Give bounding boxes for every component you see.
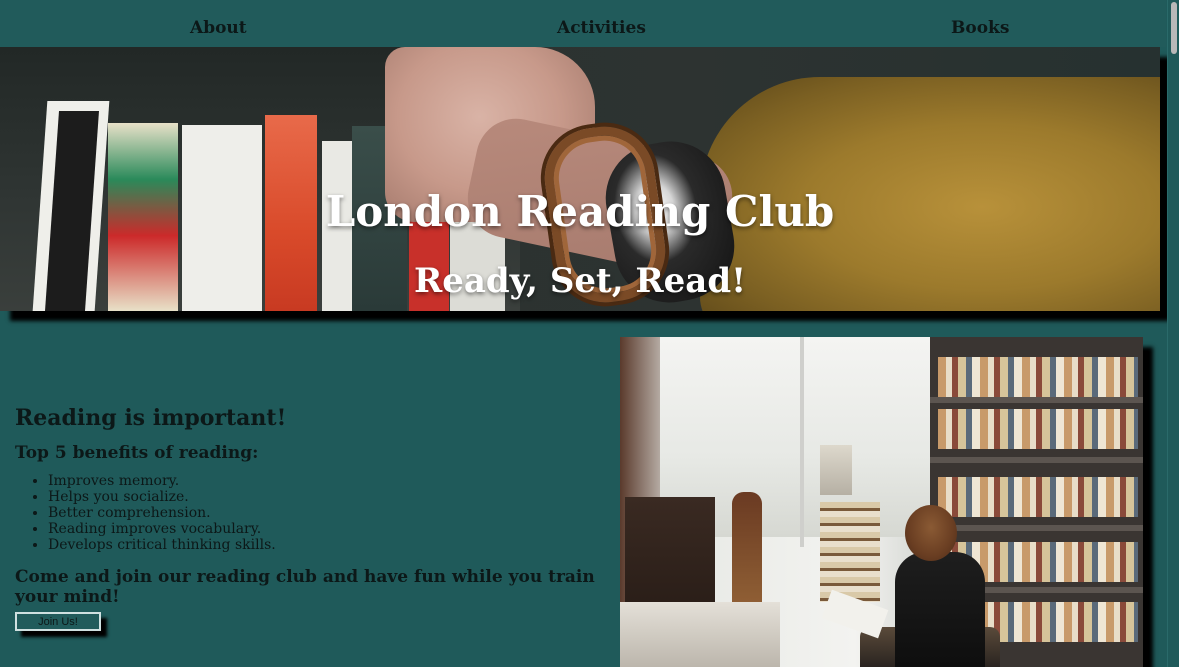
page: About Activities Books London Reading Cl… [0,0,1179,667]
list-item: Improves memory. [48,473,615,489]
list-item: Helps you socialize. [48,489,615,505]
photo-shelf-books [938,477,1138,517]
benefits-list: Improves memory. Helps you socialize. Be… [48,473,615,553]
benefits-heading: Top 5 benefits of reading: [15,443,259,463]
nav-link-about[interactable]: About [190,18,247,38]
hero-banner: London Reading Club Ready, Set, Read! [0,47,1160,311]
photo-reader [895,552,985,667]
list-item: Develops critical thinking skills. [48,537,615,553]
list-item: Better comprehension. [48,505,615,521]
photo-shelf-board [930,397,1143,403]
intro-section: Reading is important! Top 5 benefits of … [15,405,615,607]
section-heading: Reading is important! [15,405,287,431]
photo-shelf-books [938,409,1138,449]
vertical-scrollbar[interactable] [1167,0,1179,667]
photo-desk [620,602,780,667]
library-photo [620,337,1143,667]
nav-link-activities[interactable]: Activities [557,18,646,38]
photo-shelf-board [930,525,1143,531]
site-title: London Reading Club [325,187,835,236]
photo-shelf-board [930,457,1143,463]
photo-poster [820,445,852,495]
list-item: Reading improves vocabulary. [48,521,615,537]
call-to-action-text: Come and join our reading club and have … [15,567,595,607]
top-nav: About Activities Books [0,0,1166,47]
nav-link-books[interactable]: Books [951,18,1009,38]
photo-reader-head [905,505,957,561]
scrollbar-thumb[interactable] [1171,2,1177,54]
site-tagline: Ready, Set, Read! [413,261,747,301]
photo-shelf-books [938,357,1138,397]
join-us-button[interactable]: Join Us! [15,612,101,631]
photo-book-stack [820,502,880,602]
photo-cabinet [625,497,715,607]
photo-window-frame [800,337,804,547]
